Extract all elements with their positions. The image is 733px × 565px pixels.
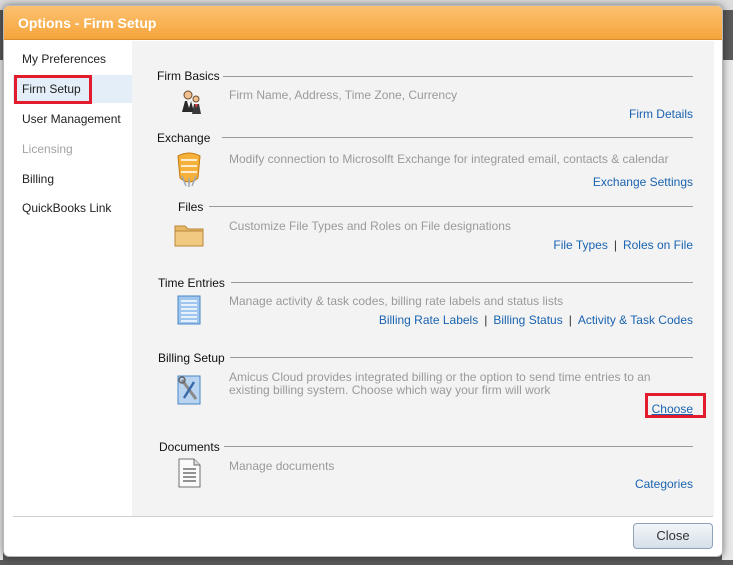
- exchange-icon: [177, 152, 201, 187]
- sidebar-item-billing[interactable]: Billing: [13, 165, 132, 193]
- options-dialog: Options - Firm Setup My Preferences Firm…: [3, 5, 723, 557]
- section-description: Firm Name, Address, Time Zone, Currency: [229, 88, 458, 102]
- section-links: Firm Details: [629, 107, 693, 121]
- categories-link[interactable]: Categories: [635, 477, 693, 491]
- section-divider: [222, 76, 693, 77]
- sidebar-item-label: QuickBooks Link: [22, 201, 112, 215]
- background-right-strip: [722, 60, 733, 560]
- section-description: Customize File Types and Roles on File d…: [229, 219, 511, 233]
- roles-on-file-link[interactable]: Roles on File: [623, 238, 693, 252]
- sidebar-item-label: Licensing: [22, 142, 73, 156]
- section-description: Modify connection to Microsolft Exchange…: [229, 152, 669, 166]
- dialog-title-bar[interactable]: Options - Firm Setup: [4, 6, 722, 40]
- sidebar-item-user-management[interactable]: User Management: [13, 105, 132, 133]
- folder-icon: [174, 225, 204, 247]
- document-icon: [178, 458, 201, 488]
- section-links: Exchange Settings: [593, 175, 693, 189]
- choose-highlight: [645, 393, 706, 418]
- firm-details-link[interactable]: Firm Details: [629, 107, 693, 121]
- billing-rate-labels-link[interactable]: Billing Rate Labels: [379, 313, 478, 327]
- section-description: Manage documents: [229, 459, 335, 473]
- time-entries-list-icon: [177, 295, 201, 325]
- section-description-line2: existing billing system. Choose which wa…: [229, 383, 551, 397]
- billing-status-link[interactable]: Billing Status: [493, 313, 562, 327]
- sidebar-item-licensing: Licensing: [13, 135, 132, 163]
- sidebar-item-label: User Management: [22, 112, 121, 126]
- section-divider: [224, 446, 693, 447]
- section-title: Billing Setup: [158, 351, 228, 365]
- sidebar-item-my-preferences[interactable]: My Preferences: [13, 45, 132, 73]
- link-separator: |: [484, 313, 488, 327]
- link-separator: |: [613, 238, 617, 252]
- sidebar-item-quickbooks-link[interactable]: QuickBooks Link: [13, 194, 132, 222]
- section-title: Files: [178, 200, 207, 214]
- section-description: Manage activity & task codes, billing ra…: [229, 294, 564, 308]
- section-divider: [230, 357, 693, 358]
- billing-setup-tools-icon: [177, 375, 201, 405]
- section-divider: [231, 282, 693, 283]
- section-title: Documents: [159, 440, 223, 454]
- activity-task-codes-link[interactable]: Activity & Task Codes: [578, 313, 693, 327]
- options-sidebar: My Preferences Firm Setup User Managemen…: [13, 41, 132, 516]
- section-title: Exchange: [157, 131, 214, 145]
- section-divider: [222, 137, 693, 138]
- close-button[interactable]: Close: [633, 523, 713, 549]
- sidebar-item-label: My Preferences: [22, 52, 107, 66]
- section-title: Firm Basics: [157, 69, 223, 83]
- dialog-title: Options - Firm Setup: [18, 15, 157, 31]
- section-links: Categories: [635, 477, 693, 491]
- section-description-line1: Amicus Cloud provides integrated billing…: [229, 370, 651, 384]
- firm-setup-highlight: [14, 75, 92, 104]
- exchange-settings-link[interactable]: Exchange Settings: [593, 175, 693, 189]
- section-links: File Types | Roles on File: [553, 238, 693, 252]
- dialog-footer: Close: [13, 516, 713, 556]
- file-types-link[interactable]: File Types: [553, 238, 607, 252]
- firm-people-icon: [182, 90, 201, 114]
- section-title: Time Entries: [158, 276, 228, 290]
- sidebar-item-label: Billing: [22, 172, 55, 186]
- firm-setup-content: Firm Basics Firm Name, Address, Time Zon…: [132, 41, 714, 516]
- section-divider: [209, 206, 693, 207]
- link-separator: |: [568, 313, 572, 327]
- section-links: Billing Rate Labels | Billing Status | Activ…: [379, 313, 693, 327]
